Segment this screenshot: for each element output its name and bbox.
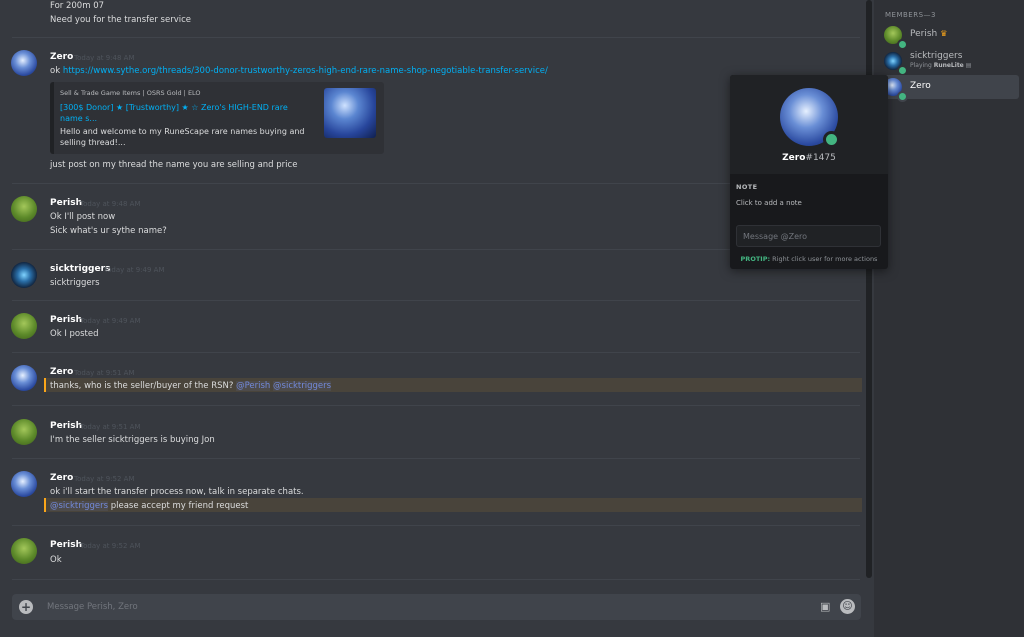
timestamp: Today at 9:51 AM [80,423,141,431]
message-text: I'm the seller sicktriggers is buying Jo… [50,435,215,445]
note-header: NOTE [736,183,758,191]
members-sidebar: MEMBERS—3 Perish ♛ sicktriggers Playing R… [874,0,1024,637]
message-divider [12,352,860,353]
message-text: For 200m 07 [50,1,105,11]
message-text-body: thanks, who is the seller/buyer of the R… [50,381,237,391]
mention-sicktriggers[interactable]: @sicktriggers [273,381,332,391]
popout-username: Zero#1475 [782,153,836,163]
author-name[interactable]: Perish [50,421,82,431]
avatar-zero[interactable] [11,50,37,76]
message-text-prefix: ok [50,66,63,76]
member-name: Zero [910,81,931,91]
member-activity: Playing RuneLite ▤ [910,62,972,69]
emoji-icon[interactable]: ☺ [840,599,855,614]
member-sicktriggers[interactable]: sicktriggers Playing RuneLite ▤ [878,49,1019,76]
message-text: thanks, who is the seller/buyer of the R… [50,381,332,391]
online-status-icon [823,131,840,148]
author-name[interactable]: Zero [50,473,73,483]
message-text: Ok I posted [50,329,99,339]
message-text: ok https://www.sythe.org/threads/300-don… [50,66,548,76]
note-field[interactable]: Click to add a note [736,199,802,207]
message-text: Sick what's ur sythe name? [50,226,167,236]
timestamp: Today at 9:52 AM [80,542,141,550]
avatar-perish[interactable] [11,538,37,564]
thread-link[interactable]: https://www.sythe.org/threads/300-donor-… [63,66,548,76]
message-text-body: please accept my friend request [108,501,249,511]
popout-message-placeholder: Message @Zero [743,232,808,241]
user-popout: Zero#1475 NOTE Click to add a note Messa… [730,75,888,269]
activity-icon: ▤ [965,62,972,69]
timestamp: Today at 9:52 AM [74,475,135,483]
embed-thumbnail[interactable] [324,88,376,138]
message-divider [12,579,860,580]
author-name[interactable]: Perish [50,198,82,208]
timestamp: Today at 9:48 AM [74,54,135,62]
embed-description: Hello and welcome to my RuneScape rare n… [60,127,305,147]
protip-text: PROTIP: Right click user for more action… [740,255,878,263]
members-header: MEMBERS—3 [885,11,936,19]
message-divider [12,458,860,459]
timestamp: Today at 9:49 AM [80,317,141,325]
avatar-sicktriggers[interactable] [11,262,37,288]
message-input[interactable]: + Message Perish, Zero ▣ ☺ [12,594,861,620]
timestamp: Today at 9:48 AM [80,200,141,208]
author-name[interactable]: Zero [50,367,73,377]
popout-message-input[interactable]: Message @Zero [736,225,881,247]
message-divider [12,405,860,406]
member-name: Perish ♛ [910,29,948,39]
plus-circle-icon[interactable]: + [19,600,33,614]
message-text: Ok [50,555,62,565]
message-text: Ok I'll post now [50,212,116,222]
message-text: just post on my thread the name you are … [50,160,298,170]
timestamp: Today at 9:49 AM [104,266,165,274]
member-zero[interactable]: Zero [878,75,1019,102]
crown-icon: ♛ [940,29,948,38]
timestamp: Today at 9:51 AM [74,369,135,377]
author-name[interactable]: Zero [50,52,73,62]
embed-provider[interactable]: Sell & Trade Game Items | OSRS Gold | EL… [60,89,201,97]
member-perish[interactable]: Perish ♛ [878,23,1019,50]
avatar-perish[interactable] [11,419,37,445]
member-name: sicktriggers [910,51,963,61]
message-text: ok i'll start the transfer process now, … [50,487,304,497]
mention-sicktriggers[interactable]: @sicktriggers [50,501,109,511]
author-name[interactable]: sicktriggers [50,264,110,274]
link-embed: Sell & Trade Game Items | OSRS Gold | EL… [50,82,384,154]
message-text: Need you for the transfer service [50,15,191,25]
avatar-perish[interactable] [11,313,37,339]
message-divider [12,525,860,526]
online-status-icon [897,91,908,102]
author-name[interactable]: Perish [50,315,82,325]
message-divider [12,300,860,301]
author-name[interactable]: Perish [50,540,82,550]
mention-perish[interactable]: @Perish [236,381,271,391]
avatar-zero[interactable] [11,471,37,497]
gift-icon[interactable]: ▣ [820,601,832,613]
message-divider [12,37,860,38]
message-text: @sicktriggers please accept my friend re… [50,501,248,511]
message-input-placeholder: Message Perish, Zero [47,602,138,612]
avatar-perish[interactable] [11,196,37,222]
embed-title[interactable]: [300$ Donor] ★ [Trustworthy] ★ ☆ Zero's … [60,102,310,124]
message-text: sicktriggers [50,278,100,288]
avatar-zero[interactable] [11,365,37,391]
